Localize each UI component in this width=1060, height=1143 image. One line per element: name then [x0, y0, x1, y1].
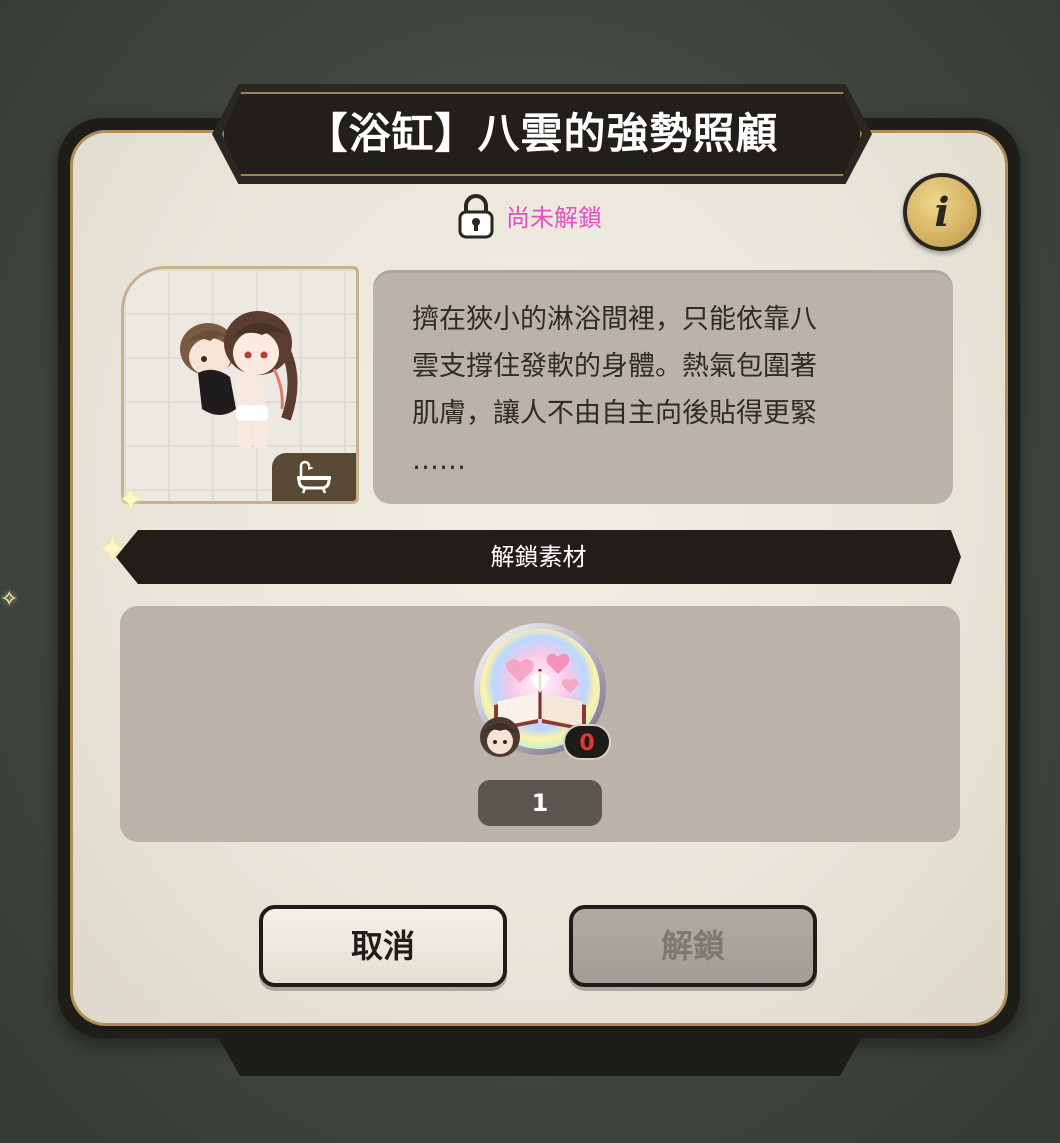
scene-type-badge: [272, 453, 356, 501]
unlock-status: 尚未解鎖: [506, 204, 602, 232]
sparkle-icon: ✧: [0, 587, 19, 612]
info-icon: i: [934, 189, 950, 236]
cancel-button[interactable]: 取消: [259, 905, 507, 987]
dialog-title: 【浴缸】八雲的強勢照顧: [305, 109, 779, 158]
bathtub-icon: [297, 460, 331, 494]
sparkle-icon: ✦: [118, 483, 144, 518]
dialog-bottom-bar: [214, 1030, 866, 1076]
required-count: 1: [478, 780, 602, 826]
info-button[interactable]: i: [903, 173, 981, 251]
lock-icon: [458, 194, 494, 239]
section-title: 解鎖素材: [490, 543, 587, 571]
owned-count-badge: 0: [563, 724, 611, 760]
scene-description: 擠在狹小的淋浴間裡，只能依靠八 雲支撐住發軟的身體。熱氣包圍著 肌膚，讓人不由自…: [412, 304, 817, 476]
unlock-button[interactable]: 解鎖: [569, 905, 817, 987]
scene-thumbnail: [121, 266, 359, 504]
